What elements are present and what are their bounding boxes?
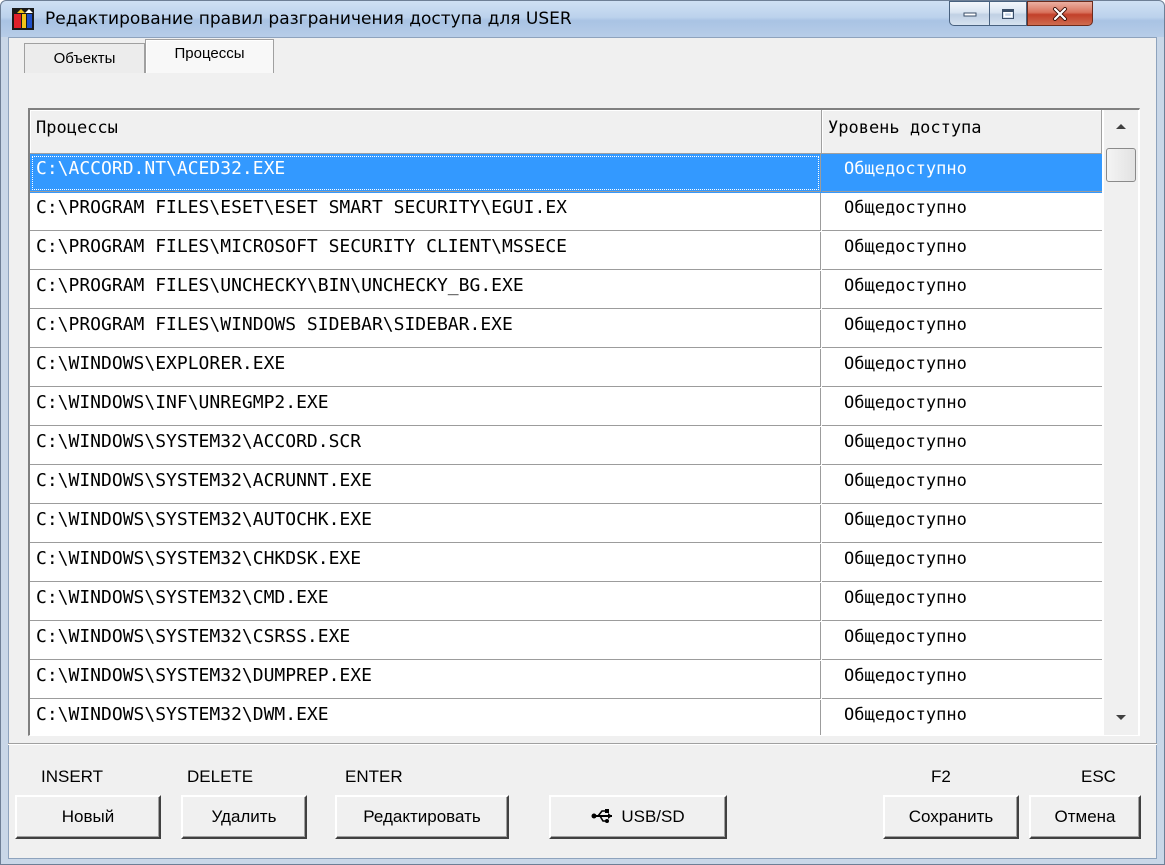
access-level: Общедоступно (822, 271, 1102, 309)
process-list: Процессы Уровень доступа C:\ACCORD.NT\AC… (28, 108, 1140, 736)
delete-button-label: Удалить (211, 807, 277, 826)
list-header: Процессы Уровень доступа (30, 110, 1102, 154)
window-title: Редактирование правил разграничения дост… (45, 9, 572, 29)
arrow-down-icon (1116, 715, 1126, 720)
scroll-thumb[interactable] (1106, 148, 1136, 182)
title-bar[interactable]: Редактирование правил разграничения дост… (1, 1, 1164, 37)
list-rows: C:\ACCORD.NT\ACED32.EXE Общедоступно C:\… (30, 154, 1102, 735)
scroll-up-button[interactable] (1104, 110, 1138, 144)
process-path: C:\PROGRAM FILES\MICROSOFT SECURITY CLIE… (30, 232, 821, 270)
access-level: Общедоступно (822, 583, 1102, 621)
process-path: C:\WINDOWS\SYSTEM32\ACRUNNT.EXE (30, 466, 821, 504)
close-icon (1053, 6, 1067, 21)
edit-button-label: Редактировать (363, 807, 481, 826)
usb-sd-button[interactable]: USB/SD (549, 795, 727, 839)
process-path: C:\WINDOWS\SYSTEM32\ACCORD.SCR (30, 427, 821, 465)
column-header-access-level[interactable]: Уровень доступа (822, 110, 1102, 154)
process-path: C:\WINDOWS\SYSTEM32\DUMPREP.EXE (30, 661, 821, 699)
save-button[interactable]: Сохранить (883, 795, 1019, 839)
hotkey-f2: F2 (931, 767, 951, 786)
button-area-divider (8, 743, 1157, 745)
table-row[interactable]: C:\WINDOWS\SYSTEM32\DWM.EXE Общедоступно (30, 700, 1102, 735)
table-row[interactable]: C:\WINDOWS\EXPLORER.EXE Общедоступно (30, 349, 1102, 388)
access-level: Общедоступно (822, 388, 1102, 426)
accord-app-icon (12, 8, 34, 30)
process-path: C:\WINDOWS\SYSTEM32\CSRSS.EXE (30, 622, 821, 660)
hotkey-enter: ENTER (345, 767, 403, 786)
access-level: Общедоступно (822, 427, 1102, 465)
process-path: C:\WINDOWS\SYSTEM32\CHKDSK.EXE (30, 544, 821, 582)
save-button-label: Сохранить (908, 807, 994, 826)
process-path: C:\WINDOWS\EXPLORER.EXE (30, 349, 821, 387)
table-row[interactable]: C:\PROGRAM FILES\ESET\ESET SMART SECURIT… (30, 193, 1102, 232)
usb-sd-button-label: USB/SD (621, 807, 685, 826)
table-row[interactable]: C:\WINDOWS\SYSTEM32\ACCORD.SCR Общедосту… (30, 427, 1102, 466)
close-button[interactable] (1027, 1, 1093, 26)
access-level: Общедоступно (822, 505, 1102, 543)
maximize-button[interactable] (989, 1, 1027, 26)
access-level: Общедоступно (822, 661, 1102, 699)
table-row[interactable]: C:\PROGRAM FILES\UNCHECKY\BIN\UNCHECKY_B… (30, 271, 1102, 310)
process-path: C:\PROGRAM FILES\WINDOWS SIDEBAR\SIDEBAR… (30, 310, 821, 348)
table-row[interactable]: C:\PROGRAM FILES\MICROSOFT SECURITY CLIE… (30, 232, 1102, 271)
table-row[interactable]: C:\WINDOWS\SYSTEM32\DUMPREP.EXE Общедост… (30, 661, 1102, 700)
cancel-button[interactable]: Отмена (1029, 795, 1141, 839)
vertical-scrollbar[interactable] (1104, 110, 1138, 735)
access-level: Общедоступно (822, 310, 1102, 348)
arrow-up-icon (1116, 124, 1126, 129)
process-path: C:\ACCORD.NT\ACED32.EXE (30, 154, 821, 192)
access-level: Общедоступно (822, 622, 1102, 660)
table-row[interactable]: C:\WINDOWS\SYSTEM32\CSRSS.EXE Общедоступ… (30, 622, 1102, 661)
table-row[interactable]: C:\WINDOWS\SYSTEM32\AUTOCHK.EXE Общедост… (30, 505, 1102, 544)
cancel-button-label: Отмена (1054, 807, 1116, 826)
process-path: C:\WINDOWS\INF\UNREGMP2.EXE (30, 388, 821, 426)
delete-button[interactable]: Удалить (181, 795, 307, 839)
table-row[interactable]: C:\WINDOWS\SYSTEM32\ACRUNNT.EXE Общедост… (30, 466, 1102, 505)
process-path: C:\WINDOWS\SYSTEM32\AUTOCHK.EXE (30, 505, 821, 543)
hotkey-esc: ESC (1081, 767, 1116, 786)
table-row[interactable]: C:\ACCORD.NT\ACED32.EXE Общедоступно (30, 154, 1102, 193)
scroll-down-button[interactable] (1104, 702, 1138, 735)
column-header-processes[interactable]: Процессы (30, 110, 822, 154)
new-button-label: Новый (61, 807, 115, 826)
access-level: Общедоступно (822, 232, 1102, 270)
dialog-window: Редактирование правил разграничения дост… (0, 0, 1165, 865)
maximize-icon (1002, 8, 1014, 19)
new-button[interactable]: Новый (15, 795, 161, 839)
minimize-button[interactable] (949, 1, 989, 26)
table-row[interactable]: C:\WINDOWS\SYSTEM32\CHKDSK.EXE Общедосту… (30, 544, 1102, 583)
tab-processes[interactable]: Процессы (145, 39, 274, 73)
hotkey-delete: DELETE (187, 767, 254, 786)
table-row[interactable]: C:\WINDOWS\SYSTEM32\CMD.EXE Общедоступно (30, 583, 1102, 622)
access-level: Общедоступно (822, 349, 1102, 387)
table-row[interactable]: C:\PROGRAM FILES\WINDOWS SIDEBAR\SIDEBAR… (30, 310, 1102, 349)
process-path: C:\PROGRAM FILES\ESET\ESET SMART SECURIT… (30, 193, 821, 231)
process-path: C:\WINDOWS\SYSTEM32\DWM.EXE (30, 700, 821, 735)
process-path: C:\PROGRAM FILES\UNCHECKY\BIN\UNCHECKY_B… (30, 271, 821, 309)
access-level: Общедоступно (822, 544, 1102, 582)
access-level: Общедоступно (822, 154, 1102, 192)
edit-button[interactable]: Редактировать (335, 795, 509, 839)
tab-objects[interactable]: Объекты (24, 43, 145, 73)
access-level: Общедоступно (822, 700, 1102, 735)
table-row[interactable]: C:\WINDOWS\INF\UNREGMP2.EXE Общедоступно (30, 388, 1102, 427)
access-level: Общедоступно (822, 193, 1102, 231)
usb-icon (591, 809, 613, 823)
process-path: C:\WINDOWS\SYSTEM32\CMD.EXE (30, 583, 821, 621)
hotkey-insert: INSERT (41, 767, 104, 786)
access-level: Общедоступно (822, 466, 1102, 504)
minimize-icon (963, 12, 976, 16)
